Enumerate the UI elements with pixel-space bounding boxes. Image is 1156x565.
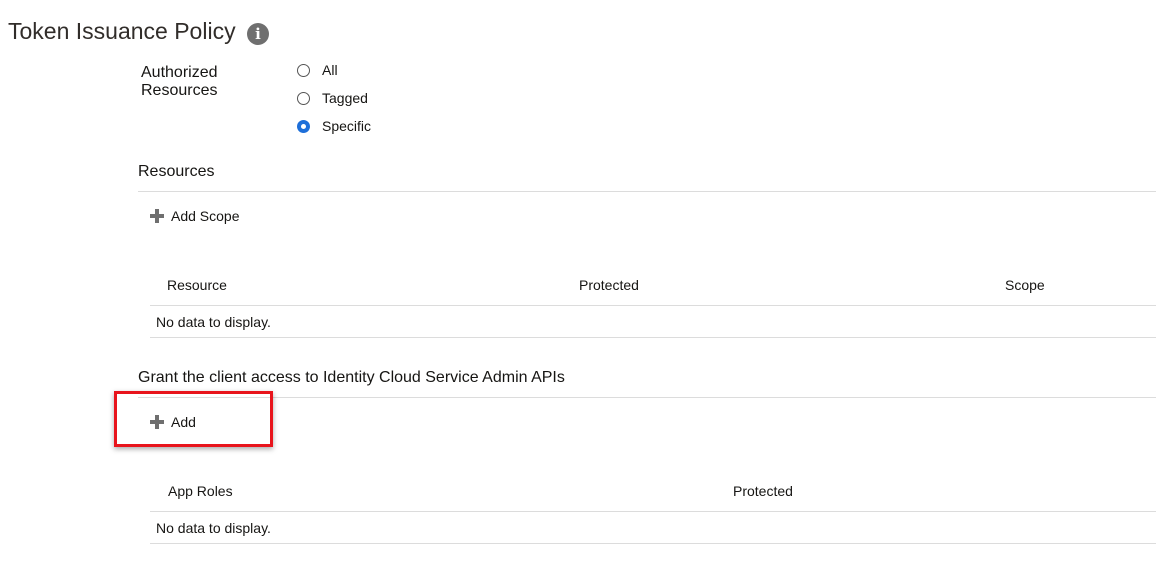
column-header-resource[interactable]: Resource <box>167 277 227 293</box>
column-header-scope[interactable]: Scope <box>1005 277 1045 293</box>
radio-all-label[interactable]: All <box>322 62 338 78</box>
add-scope-label[interactable]: Add Scope <box>171 208 240 224</box>
radio-tagged-circle[interactable] <box>297 91 310 105</box>
plus-icon <box>150 209 164 223</box>
resources-divider <box>138 191 1156 192</box>
radio-specific[interactable]: Specific <box>297 115 371 137</box>
add-scope-button[interactable]: Add Scope <box>150 206 240 226</box>
resources-table-header-line <box>150 305 1156 306</box>
radio-specific-circle[interactable] <box>297 119 310 133</box>
resources-table-bottom-line <box>150 337 1156 338</box>
admin-apis-empty-message: No data to display. <box>156 520 271 536</box>
info-icon[interactable]: i <box>247 23 269 45</box>
radio-tagged[interactable]: Tagged <box>297 87 368 109</box>
radio-all[interactable]: All <box>297 59 338 81</box>
highlight-annotation-box <box>114 391 273 447</box>
page-title: Token Issuance Policy <box>8 18 236 44</box>
admin-apis-divider <box>138 397 1156 398</box>
column-header-protected[interactable]: Protected <box>733 483 793 499</box>
resources-empty-message: No data to display. <box>156 314 271 330</box>
radio-all-circle[interactable] <box>297 63 310 77</box>
radio-tagged-label[interactable]: Tagged <box>322 90 368 106</box>
authorized-resources-label: Authorized Resources <box>141 64 218 99</box>
admin-apis-table-header-line <box>150 511 1156 512</box>
admin-apis-table-bottom-line <box>150 543 1156 544</box>
resources-heading: Resources <box>138 163 215 180</box>
column-header-app-roles[interactable]: App Roles <box>168 483 233 499</box>
radio-specific-label[interactable]: Specific <box>322 118 371 134</box>
column-header-protected[interactable]: Protected <box>579 277 639 293</box>
admin-apis-heading: Grant the client access to Identity Clou… <box>138 369 565 386</box>
